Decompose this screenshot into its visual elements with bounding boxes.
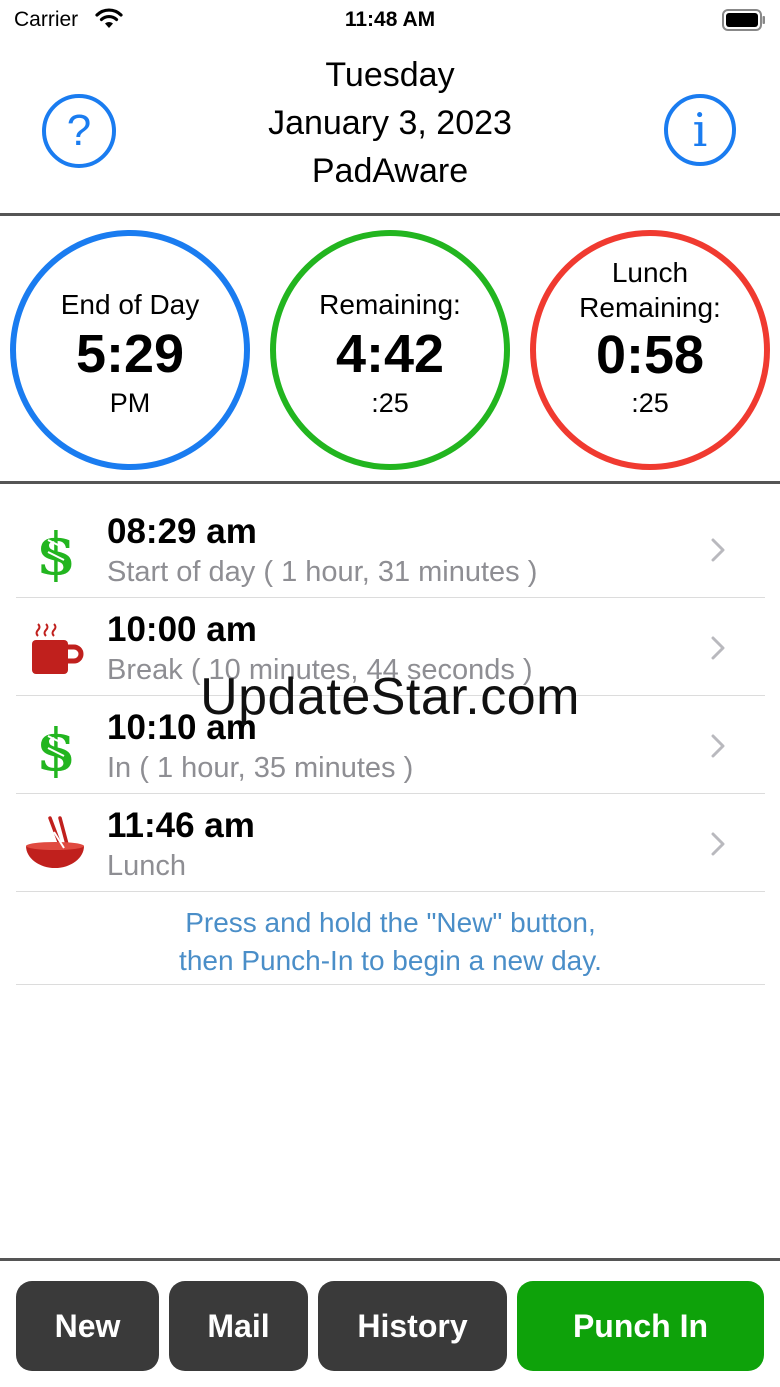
gauges: End of Day 5:29 PM Remaining: 4:42 :25 L… xyxy=(0,228,780,472)
status-time: 11:48 AM xyxy=(344,8,436,31)
history-button[interactable]: History xyxy=(318,1281,507,1371)
gauge-label: End of Day xyxy=(60,289,200,320)
gauge-value: 0:58 xyxy=(595,325,705,385)
chevron-right-icon xyxy=(711,636,725,665)
gauge-label-line1: Lunch xyxy=(611,257,689,288)
coffee-cup-icon xyxy=(24,620,88,680)
bottom-toolbar: New Mail History Punch In xyxy=(0,1258,780,1387)
new-day-hint: Press and hold the "New" button, then Pu… xyxy=(16,892,765,985)
header: Tuesday January 3, 2023 PadAware ? i xyxy=(0,48,780,214)
lunch-remaining-gauge: Lunch Remaining: 0:58 :25 xyxy=(530,230,770,470)
entry-time: 10:00 am xyxy=(107,610,257,649)
gauge-label: Remaining: xyxy=(319,289,461,320)
weekday-label: Tuesday xyxy=(325,56,455,94)
punch-list: $ 08:29 am Start of day ( 1 hour, 31 min… xyxy=(16,500,765,985)
hint-line-2: then Punch-In to begin a new day. xyxy=(179,945,602,976)
new-button[interactable]: New xyxy=(16,1281,159,1371)
entry-time: 10:10 am xyxy=(107,708,257,747)
info-icon: i xyxy=(692,103,708,157)
app-name: PadAware xyxy=(311,152,469,190)
remaining-gauge: Remaining: 4:42 :25 xyxy=(270,230,510,470)
list-item[interactable]: 10:00 am Break ( 10 minutes, 44 seconds … xyxy=(16,598,765,696)
end-of-day-gauge: End of Day 5:29 PM xyxy=(10,230,250,470)
entry-description: Start of day ( 1 hour, 31 minutes ) xyxy=(107,556,538,588)
dollar-icon: $ xyxy=(24,520,88,588)
gauge-sub: :25 xyxy=(631,388,669,418)
gauges-divider xyxy=(0,481,780,484)
header-divider xyxy=(0,213,780,216)
chevron-right-icon xyxy=(711,538,725,567)
status-bar: Carrier 11:48 AM xyxy=(0,0,780,40)
list-item[interactable]: $ 08:29 am Start of day ( 1 hour, 31 min… xyxy=(16,500,765,598)
help-button[interactable]: ? xyxy=(42,94,116,168)
dollar-icon: $ xyxy=(24,716,88,784)
svg-text:$: $ xyxy=(36,718,76,778)
info-button[interactable]: i xyxy=(664,94,736,166)
bowl-chopsticks-icon xyxy=(24,816,88,876)
gauge-sub: PM xyxy=(109,388,151,418)
mail-button[interactable]: Mail xyxy=(169,1281,308,1371)
entry-description: Lunch xyxy=(107,850,187,882)
punch-in-button[interactable]: Punch In xyxy=(517,1281,764,1371)
gauge-sub: :25 xyxy=(371,388,409,418)
chevron-right-icon xyxy=(711,734,725,763)
svg-text:$: $ xyxy=(36,522,76,582)
entry-time: 11:46 am xyxy=(107,806,255,845)
list-item[interactable]: $ 10:10 am In ( 1 hour, 35 minutes ) xyxy=(16,696,765,794)
gauge-value: 5:29 xyxy=(75,324,185,384)
battery-icon xyxy=(722,9,766,36)
list-item[interactable]: 11:46 am Lunch xyxy=(16,794,765,892)
chevron-right-icon xyxy=(711,832,725,861)
entry-description: Break ( 10 minutes, 44 seconds ) xyxy=(107,654,533,686)
gauge-label-line2: Remaining: xyxy=(579,292,721,323)
date-label: January 3, 2023 xyxy=(268,104,512,142)
hint-line-1: Press and hold the "New" button, xyxy=(185,907,596,938)
gauge-value: 4:42 xyxy=(335,324,445,384)
question-icon: ? xyxy=(66,106,92,155)
entry-time: 08:29 am xyxy=(107,512,257,551)
entry-description: In ( 1 hour, 35 minutes ) xyxy=(107,752,414,784)
